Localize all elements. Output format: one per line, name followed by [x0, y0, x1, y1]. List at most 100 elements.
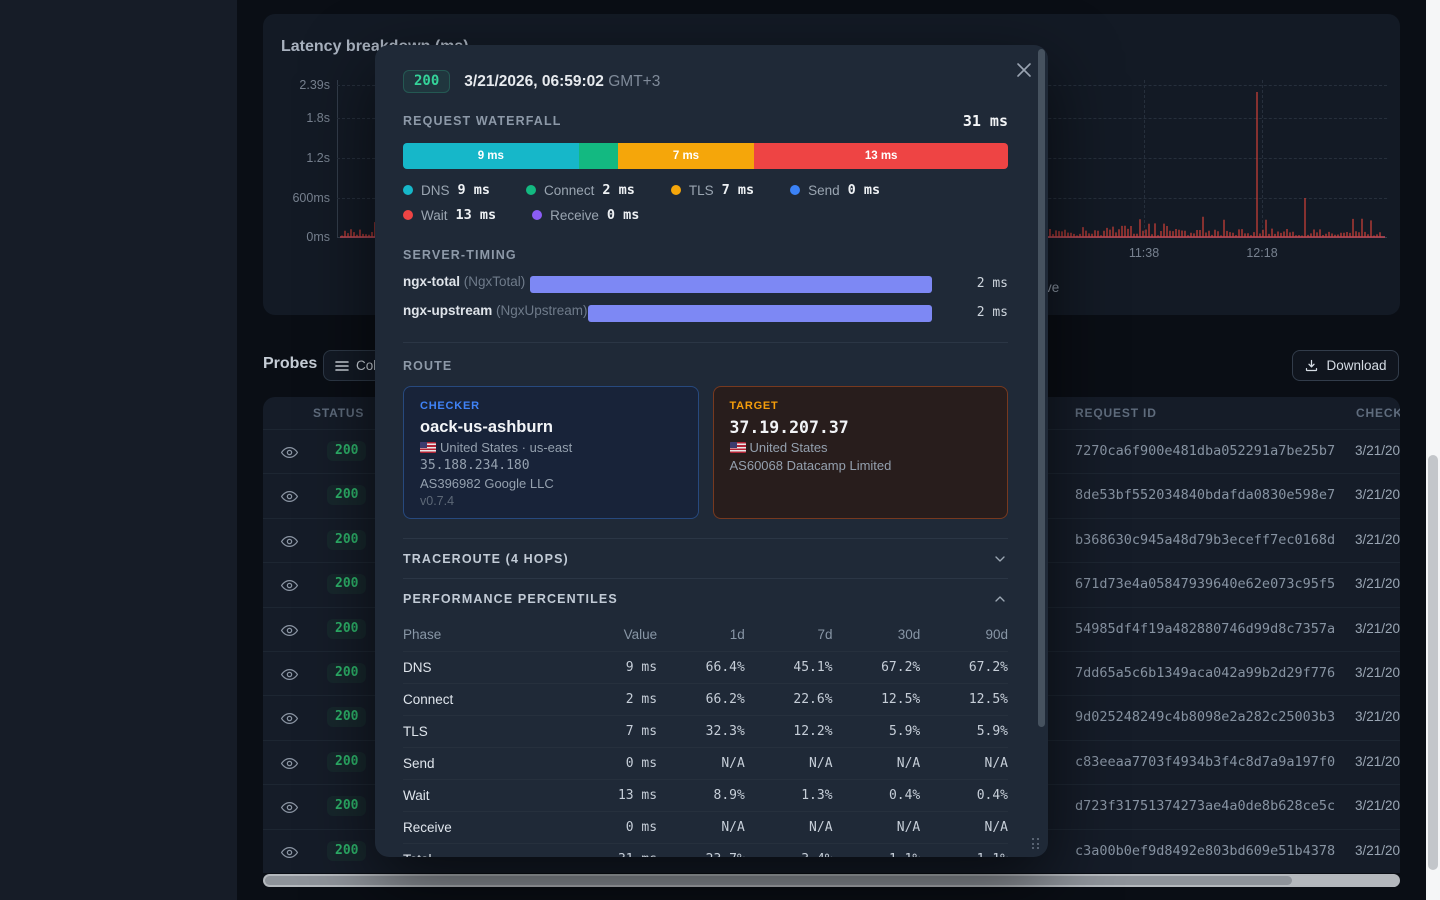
legend-phase-value: 0 ms: [848, 182, 881, 198]
view-probe-button[interactable]: [280, 487, 299, 506]
percentile-cell: Wait: [403, 780, 560, 812]
percentile-cell: N/A: [833, 812, 921, 844]
chevron-up-icon: [992, 591, 1008, 607]
legend-phase-name: Wait: [421, 208, 448, 223]
close-icon: [1014, 60, 1034, 80]
percentile-cell: 23.7%: [657, 844, 745, 858]
percentile-cell: N/A: [657, 748, 745, 780]
status-badge: 200: [327, 752, 366, 772]
server-timing-value: 2 ms: [977, 276, 1008, 291]
request-id-value: 671d73e4a05847939640e62e073c95f5: [1075, 576, 1335, 592]
waterfall-section-label: REQUEST WATERFALL: [403, 114, 561, 128]
checked-at-value: 3/21/20: [1355, 754, 1400, 769]
legend-dot-icon: [403, 185, 413, 195]
percentile-cell: DNS: [403, 652, 560, 684]
status-badge: 200: [327, 619, 366, 639]
checked-at-value: 3/21/20: [1355, 576, 1400, 591]
server-timing-name: ngx-total: [403, 274, 464, 289]
checked-at-value: 3/21/20: [1355, 487, 1400, 502]
us-flag-icon: [420, 442, 436, 453]
eye-icon: [280, 532, 299, 551]
percentile-column-header: 90d: [920, 620, 1008, 652]
checked-at-value: 3/21/20: [1355, 709, 1400, 724]
percentile-cell: 12.5%: [920, 684, 1008, 716]
server-timing-row: ngx-total (NgxTotal) 2 ms: [403, 273, 1008, 296]
legend-phase-name: Send: [808, 183, 840, 198]
view-probe-button[interactable]: [280, 665, 299, 684]
legend-dot-icon: [671, 185, 681, 195]
target-location: United States: [730, 440, 992, 455]
percentile-cell: 5.9%: [920, 716, 1008, 748]
percentile-cell: 67.2%: [833, 652, 921, 684]
server-timing-rows: ngx-total (NgxTotal) 2 ms ngx-upstream (…: [403, 273, 1008, 325]
target-location-text: United States: [750, 440, 828, 455]
server-timing-bar: [530, 276, 932, 293]
close-button[interactable]: [1014, 60, 1034, 80]
view-probe-button[interactable]: [280, 709, 299, 728]
percentiles-table-header: PhaseValue1d7d30d90d: [403, 620, 1008, 652]
percentile-cell: 7 ms: [560, 716, 657, 748]
view-probe-button[interactable]: [280, 532, 299, 551]
percentile-column-header: 7d: [745, 620, 833, 652]
route-section-label: ROUTE: [403, 359, 1008, 373]
checked-at-column-header: CHECKE: [1356, 406, 1400, 420]
eye-icon: [280, 576, 299, 595]
server-timing-value: 2 ms: [977, 305, 1008, 320]
percentile-cell: 0.4%: [833, 780, 921, 812]
eye-icon: [280, 709, 299, 728]
waterfall-legend: DNS 9 ms Connect 2 ms TLS 7 ms Send 0 ms…: [403, 182, 1008, 223]
download-button[interactable]: Download: [1292, 350, 1399, 381]
timezone-label: GMT+3: [608, 73, 660, 90]
page-scrollbar-thumb[interactable]: [1428, 455, 1438, 870]
view-probe-button[interactable]: [280, 576, 299, 595]
view-probe-button[interactable]: [280, 843, 299, 862]
percentile-cell: 66.4%: [657, 652, 745, 684]
view-probe-button[interactable]: [280, 754, 299, 773]
waterfall-segment: 9 ms: [403, 143, 579, 169]
us-flag-icon: [730, 442, 746, 453]
percentiles-toggle[interactable]: PERFORMANCE PERCENTILES: [403, 579, 1008, 618]
percentile-cell: 31 ms: [560, 844, 657, 858]
percentile-cell: N/A: [920, 748, 1008, 780]
legend-item: DNS 9 ms: [403, 182, 490, 198]
request-id-value: c83eeaa7703f4934b3f4c8d7a9a197f0: [1075, 754, 1335, 770]
view-probe-button[interactable]: [280, 798, 299, 817]
percentile-column-header: Phase: [403, 620, 560, 652]
percentile-cell: 45.1%: [745, 652, 833, 684]
modal-scrollbar-thumb[interactable]: [1038, 49, 1045, 727]
legend-dot-icon: [403, 210, 413, 220]
status-badge: 200: [327, 485, 366, 505]
percentile-cell: Total: [403, 844, 560, 858]
view-probe-button[interactable]: [280, 621, 299, 640]
percentile-column-header: Value: [560, 620, 657, 652]
traceroute-toggle[interactable]: TRACEROUTE (4 HOPS): [403, 539, 1008, 578]
percentile-row: Connect2 ms66.2%22.6%12.5%12.5%: [403, 684, 1008, 716]
percentiles-table: PhaseValue1d7d30d90d DNS9 ms66.4%45.1%67…: [403, 620, 1008, 857]
probes-heading: Probes: [263, 355, 317, 373]
status-column-header: STATUS: [313, 406, 364, 420]
request-id-column-header: REQUEST ID: [1075, 406, 1157, 420]
server-timing-bar: [588, 305, 932, 322]
legend-phase-value: 2 ms: [602, 182, 635, 198]
download-icon: [1304, 358, 1319, 373]
horizontal-scrollbar[interactable]: [263, 874, 1400, 887]
percentile-cell: 0 ms: [560, 812, 657, 844]
waterfall-segment: [579, 143, 618, 169]
percentile-row: Total31 ms23.7%3.4%1.1%1.1%: [403, 844, 1008, 858]
eye-icon: [280, 798, 299, 817]
view-probe-button[interactable]: [280, 443, 299, 462]
resize-handle-icon[interactable]: [1032, 838, 1041, 851]
page-scrollbar[interactable]: [1426, 0, 1440, 900]
horizontal-scrollbar-thumb[interactable]: [265, 876, 1292, 885]
legend-phase-value: 7 ms: [722, 182, 755, 198]
eye-icon: [280, 665, 299, 684]
y-tick-label: 2.39s: [266, 78, 330, 92]
checked-at-value: 3/21/20: [1355, 532, 1400, 547]
request-id-value: 7270ca6f900e481dba052291a7be25b7: [1075, 443, 1335, 459]
percentile-cell: 22.6%: [745, 684, 833, 716]
checker-location-text: United States · us-east: [440, 440, 572, 455]
checker-label: CHECKER: [420, 400, 682, 412]
percentile-cell: TLS: [403, 716, 560, 748]
checker-location: United States · us-east: [420, 440, 682, 455]
status-badge: 200: [327, 707, 366, 727]
